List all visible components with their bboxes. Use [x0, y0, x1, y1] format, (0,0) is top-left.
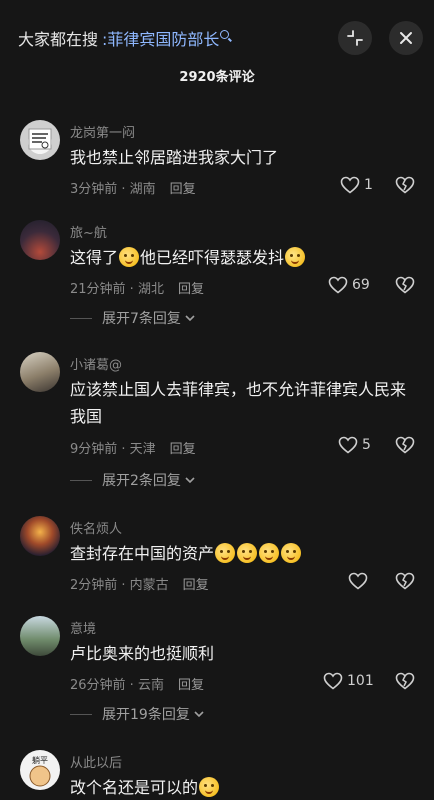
trending-search-keyword[interactable]: 菲律宾国防部长 — [107, 30, 219, 49]
comment-text-part: 改个名还是可以的 — [70, 778, 199, 797]
avatar-image — [28, 128, 52, 150]
like-button[interactable]: 1 — [340, 176, 373, 194]
comment-panel-header: 大家都在搜:菲律宾国防部长 — [0, 0, 434, 62]
broken-heart-icon — [395, 572, 415, 590]
like-button[interactable]: 5 — [338, 436, 371, 454]
heart-icon — [348, 572, 368, 590]
heart-icon — [323, 672, 343, 690]
comment-text[interactable]: 这得了 他已经吓得瑟瑟发抖 — [70, 244, 415, 271]
trending-search-hint[interactable]: 大家都在搜:菲律宾国防部长 — [18, 26, 230, 50]
like-button[interactable] — [348, 572, 368, 590]
sweat-emoji-icon — [285, 247, 306, 267]
divider — [70, 317, 92, 319]
expand-replies-label: 展开19条回复 — [102, 707, 190, 723]
comment-time-location: 9分钟前 · 天津 — [70, 442, 156, 457]
avatar[interactable] — [20, 120, 60, 160]
comment-time-location: 3分钟前 · 湖南 — [70, 182, 156, 197]
grin-emoji-icon — [215, 543, 236, 563]
reply-button[interactable]: 回复 — [170, 182, 196, 197]
dislike-button[interactable] — [395, 572, 415, 594]
dislike-button[interactable] — [395, 436, 415, 458]
broken-heart-icon — [395, 276, 415, 294]
comment-username[interactable]: 龙岗第一闷 — [70, 122, 135, 141]
avatar[interactable] — [20, 516, 60, 556]
comment-text-part: 这得了 — [70, 248, 119, 267]
like-count: 5 — [362, 437, 371, 453]
like-button[interactable]: 69 — [328, 276, 370, 294]
close-icon — [400, 32, 412, 44]
avatar[interactable] — [20, 220, 60, 260]
divider — [70, 479, 92, 481]
grin-emoji-icon — [237, 543, 258, 563]
comment-time-location: 21分钟前 · 湖北 — [70, 282, 164, 297]
divider — [70, 713, 92, 715]
dislike-button[interactable] — [395, 276, 415, 298]
collapse-icon — [347, 30, 363, 46]
reply-button[interactable]: 回复 — [178, 678, 204, 693]
broken-heart-icon — [395, 672, 415, 690]
broken-heart-icon — [395, 176, 415, 194]
comment-count: 2920条评论 — [179, 70, 255, 85]
comment-meta: 9分钟前 · 天津 回复 — [70, 438, 196, 457]
comment-text[interactable]: 我也禁止邻居踏进我家大门了 — [70, 144, 415, 171]
expand-replies-button[interactable]: 展开7条回复 — [70, 308, 196, 328]
comment-text-part: 查封存在中国的资产 — [70, 544, 215, 563]
grin-emoji-icon — [259, 543, 280, 563]
comment-time-location: 26分钟前 · 云南 — [70, 678, 164, 693]
comment-meta: 26分钟前 · 云南 回复 — [70, 674, 204, 693]
avatar[interactable] — [20, 616, 60, 656]
dislike-button[interactable] — [395, 672, 415, 694]
comment-meta: 2分钟前 · 内蒙古 回复 — [70, 574, 209, 593]
comment-username[interactable]: 旅~航 — [70, 222, 107, 241]
trending-search-label: 大家都在搜 — [18, 30, 99, 49]
grin-emoji-icon — [281, 543, 302, 563]
heart-icon — [328, 276, 348, 294]
avatar-image: 躺平 — [29, 755, 51, 787]
dislike-button[interactable] — [395, 176, 415, 198]
comment-username[interactable]: 佚名烦人 — [70, 518, 122, 537]
avatar-caption: 躺平 — [32, 755, 48, 765]
expand-replies-button[interactable]: 展开19条回复 — [70, 704, 205, 724]
close-button[interactable] — [389, 21, 423, 55]
comment-text[interactable]: 卢比奥来的也挺顺利 — [70, 640, 415, 667]
comment-meta: 21分钟前 · 湖北 回复 — [70, 278, 204, 297]
comment-username[interactable]: 小诸葛@ — [70, 354, 122, 373]
expand-replies-label: 展开2条回复 — [102, 473, 181, 489]
avatar[interactable] — [20, 352, 60, 392]
comment-text[interactable]: 查封存在中国的资产 — [70, 540, 415, 567]
comment-text[interactable]: 改个名还是可以的 — [70, 774, 415, 800]
chevron-down-icon — [194, 711, 204, 718]
heart-icon — [340, 176, 360, 194]
like-button[interactable]: 101 — [323, 672, 374, 690]
like-count: 1 — [364, 177, 373, 193]
comment-time-location: 2分钟前 · 内蒙古 — [70, 578, 169, 593]
comment-username[interactable]: 从此以后 — [70, 752, 122, 771]
like-count: 69 — [352, 277, 370, 293]
heart-icon — [338, 436, 358, 454]
search-icon — [220, 30, 230, 39]
reply-button[interactable]: 回复 — [170, 442, 196, 457]
broken-heart-icon — [395, 436, 415, 454]
expand-replies-label: 展开7条回复 — [102, 311, 181, 327]
collapse-button[interactable] — [338, 21, 372, 55]
comment-meta: 3分钟前 · 湖南 回复 — [70, 178, 196, 197]
avatar[interactable]: 躺平 — [20, 750, 60, 790]
reply-button[interactable]: 回复 — [178, 282, 204, 297]
reply-button[interactable]: 回复 — [183, 578, 209, 593]
comment-username[interactable]: 意境 — [70, 618, 96, 637]
dizzy-emoji-icon — [119, 247, 140, 267]
comment-text-part: 他已经吓得瑟瑟发抖 — [140, 248, 285, 267]
comment-text[interactable]: 应该禁止国人去菲律宾，也不允许菲律宾人民来我国 — [70, 376, 415, 430]
like-count: 101 — [347, 673, 374, 689]
chevron-down-icon — [185, 477, 195, 484]
chevron-down-icon — [185, 315, 195, 322]
laughing-tears-emoji-icon — [199, 777, 220, 797]
expand-replies-button[interactable]: 展开2条回复 — [70, 470, 196, 490]
